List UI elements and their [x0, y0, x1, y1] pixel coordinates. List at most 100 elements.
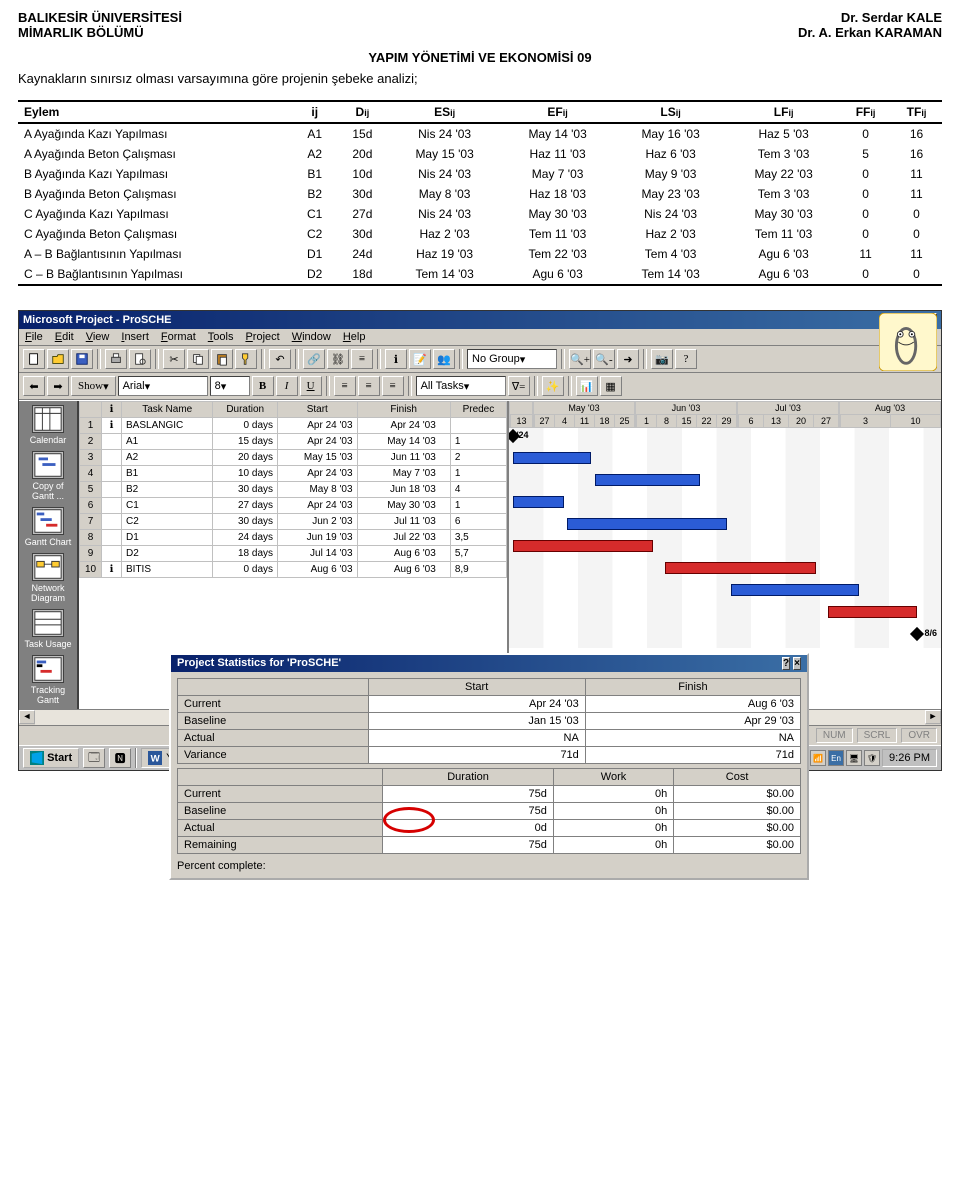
task-info-icon[interactable]: ℹ: [385, 349, 407, 369]
menu-project[interactable]: Project: [245, 331, 279, 343]
document-title: YAPIM YÖNETİMİ VE EKONOMİSİ 09: [18, 50, 942, 65]
view-copy-of-gantt-[interactable]: Copy of Gantt ...: [21, 451, 75, 501]
task-row[interactable]: 7C230 daysJun 2 '03Jul 11 '036: [80, 514, 507, 530]
print-preview-icon[interactable]: [129, 349, 151, 369]
col-start[interactable]: Start: [278, 402, 358, 418]
scroll-right-icon[interactable]: ►: [925, 710, 941, 724]
window-titlebar[interactable]: Microsoft Project - ProSCHE _ ❐ ×: [19, 311, 941, 329]
col-indicator[interactable]: ℹ: [102, 402, 122, 418]
close-button[interactable]: ×: [921, 313, 937, 327]
fontsize-dropdown[interactable]: 8 ▾: [210, 376, 250, 396]
dialog-close-button[interactable]: ×: [793, 657, 801, 670]
minimize-button[interactable]: _: [885, 313, 901, 327]
filter-dropdown[interactable]: All Tasks ▾: [416, 376, 506, 396]
view-gantt-chart[interactable]: Gantt Chart: [21, 507, 75, 547]
font-dropdown[interactable]: Arial ▾: [118, 376, 208, 396]
menu-tools[interactable]: Tools: [208, 331, 234, 343]
tray-icon-3[interactable]: 🖥: [846, 750, 862, 766]
professor-1: Dr. Serdar KALE: [798, 10, 942, 25]
menu-file[interactable]: File: [25, 331, 43, 343]
tray-icon-2[interactable]: 📶: [810, 750, 826, 766]
task-row[interactable]: 10ℹBITIS0 daysAug 6 '03Aug 6 '038,9: [80, 562, 507, 578]
view-network-diagram[interactable]: Network Diagram: [21, 553, 75, 603]
col-taskname[interactable]: Task Name: [122, 402, 213, 418]
university-name: BALIKESİR ÜNIVERSİTESİ: [18, 10, 182, 25]
assign-resources-icon[interactable]: 👥: [433, 349, 455, 369]
svg-text:W: W: [151, 754, 161, 765]
format-painter-icon[interactable]: [235, 349, 257, 369]
undo-icon[interactable]: ↶: [269, 349, 291, 369]
taskbar-clock[interactable]: 9:26 PM: [882, 749, 937, 767]
underline-button[interactable]: U: [300, 376, 322, 396]
maximize-button[interactable]: ❐: [903, 313, 919, 327]
task-row[interactable]: 9D218 daysJul 14 '03Aug 6 '035,7: [80, 546, 507, 562]
menu-bar: File Edit View Insert Format Tools Project Wind…: [19, 329, 941, 346]
align-center-icon[interactable]: ≡: [358, 376, 380, 396]
standard-toolbar: ✂ ↶ 🔗 ⛓ ≡ ℹ 📝 👥 No Group ▾ 🔍+ 🔍- ➜ 📷 ?: [19, 346, 941, 373]
bold-button[interactable]: B: [252, 376, 274, 396]
open-icon[interactable]: [47, 349, 69, 369]
menu-view[interactable]: View: [86, 331, 110, 343]
project-statistics-dialog[interactable]: Project Statistics for 'ProSCHE' ? × Sta…: [169, 653, 809, 880]
autofilter-icon[interactable]: ∇=: [508, 376, 530, 396]
indent-icon[interactable]: ➡: [47, 376, 69, 396]
copy-picture-icon[interactable]: 📷: [651, 349, 673, 369]
zoom-in-icon[interactable]: 🔍+: [569, 349, 591, 369]
col-predec[interactable]: Predec: [450, 402, 506, 418]
gantt-bar: [513, 540, 653, 552]
gantt-bar: [665, 562, 817, 574]
view-calendar[interactable]: Calendar: [21, 405, 75, 445]
insert-field-icon[interactable]: 📊: [576, 376, 598, 396]
start-button[interactable]: Start: [23, 748, 79, 768]
quick-launch-icon-1[interactable]: 🗔: [83, 748, 105, 768]
save-icon[interactable]: [71, 349, 93, 369]
col-rownum[interactable]: [80, 402, 102, 418]
tray-lang-icon[interactable]: En: [828, 750, 844, 766]
menu-window[interactable]: Window: [292, 331, 331, 343]
quick-launch-icon-2[interactable]: 🅽: [109, 748, 131, 768]
link-tasks-icon[interactable]: 🔗: [303, 349, 325, 369]
italic-button[interactable]: I: [276, 376, 298, 396]
task-row[interactable]: 3A220 daysMay 15 '03Jun 11 '032: [80, 450, 507, 466]
menu-insert[interactable]: Insert: [121, 331, 149, 343]
table-icon[interactable]: ▦: [600, 376, 622, 396]
unlink-tasks-icon[interactable]: ⛓: [327, 349, 349, 369]
gantt-wizard-icon[interactable]: ✨: [542, 376, 564, 396]
col-finish[interactable]: Finish: [357, 402, 450, 418]
help-icon[interactable]: ?: [675, 349, 697, 369]
tray-icon-4[interactable]: 🛡: [864, 750, 880, 766]
view-task-usage[interactable]: Task Usage: [21, 609, 75, 649]
scroll-left-icon[interactable]: ◄: [19, 710, 35, 724]
align-right-icon[interactable]: ≡: [382, 376, 404, 396]
show-button[interactable]: Show ▾: [71, 376, 116, 396]
task-row[interactable]: 8D124 daysJun 19 '03Jul 22 '033,5: [80, 530, 507, 546]
task-row[interactable]: 4B110 daysApr 24 '03May 7 '031: [80, 466, 507, 482]
task-row[interactable]: 6C127 daysApr 24 '03May 30 '031: [80, 498, 507, 514]
print-icon[interactable]: [105, 349, 127, 369]
menu-edit[interactable]: Edit: [55, 331, 74, 343]
task-row[interactable]: 2A115 daysApr 24 '03May 14 '031: [80, 434, 507, 450]
goto-task-icon[interactable]: ➜: [617, 349, 639, 369]
task-row[interactable]: 5B230 daysMay 8 '03Jun 18 '034: [80, 482, 507, 498]
paste-icon[interactable]: [211, 349, 233, 369]
task-notes-icon[interactable]: 📝: [409, 349, 431, 369]
view-tracking-gantt[interactable]: Tracking Gantt: [21, 655, 75, 705]
stats-row: Variance71d71d: [178, 747, 801, 764]
zoom-out-icon[interactable]: 🔍-: [593, 349, 615, 369]
align-left-icon[interactable]: ≡: [334, 376, 356, 396]
menu-format[interactable]: Format: [161, 331, 196, 343]
group-dropdown[interactable]: No Group ▾: [467, 349, 557, 369]
menu-help[interactable]: Help: [343, 331, 366, 343]
task-row[interactable]: 1ℹBASLANGIC0 daysApr 24 '03Apr 24 '03: [80, 418, 507, 434]
col-ij: ij: [293, 101, 337, 123]
cut-icon[interactable]: ✂: [163, 349, 185, 369]
dialog-help-button[interactable]: ?: [782, 657, 790, 670]
outdent-icon[interactable]: ⬅: [23, 376, 45, 396]
split-task-icon[interactable]: ≡: [351, 349, 373, 369]
col-duration[interactable]: Duration: [213, 402, 278, 418]
new-icon[interactable]: [23, 349, 45, 369]
copy-icon[interactable]: [187, 349, 209, 369]
gantt-bar: [513, 452, 591, 464]
table-row: A Ayağında Beton ÇalışmasıA220dMay 15 '0…: [18, 144, 942, 164]
col-ls: LSij: [614, 101, 727, 123]
